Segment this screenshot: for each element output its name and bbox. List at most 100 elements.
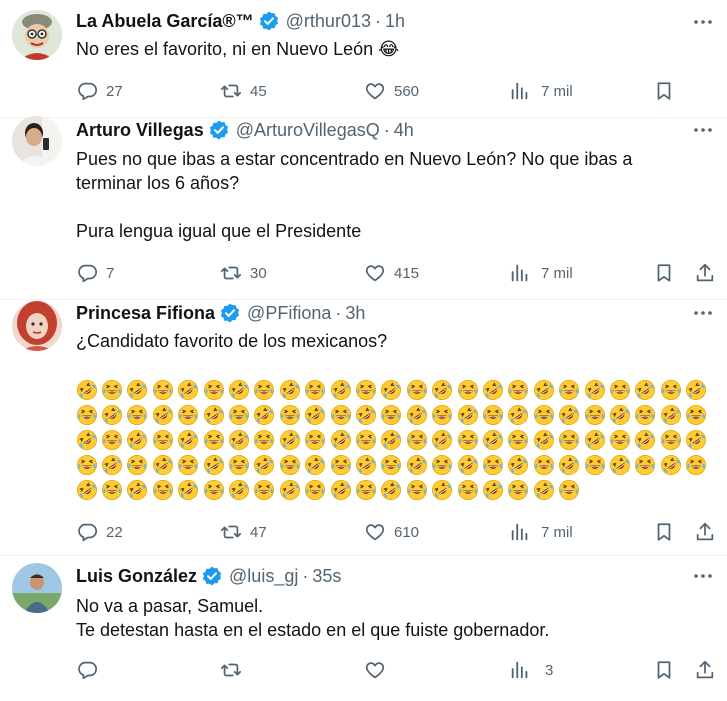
bookmark-icon [657, 82, 671, 100]
retweet-button[interactable] [220, 658, 250, 682]
share-button[interactable] [694, 261, 716, 285]
author-handle[interactable]: @rthur013 [286, 9, 371, 33]
tweet-text: Pues no que ibas a estar concentrado en … [76, 149, 633, 241]
rolling-on-floor-laughing-emoji [531, 427, 556, 452]
tears-of-joy-emoji [252, 377, 277, 402]
tweet-1[interactable]: La Abuela García®™ @rthur013 · 1h No ere… [0, 0, 727, 118]
tears-of-joy-emoji [556, 377, 581, 402]
tweet-3[interactable]: Princesa Fifiona @PFifiona · 3h ¿Candida… [0, 300, 727, 556]
retweet-button[interactable]: 45 [220, 79, 267, 103]
rolling-on-floor-laughing-emoji [379, 377, 404, 402]
tears-of-joy-emoji [277, 402, 302, 427]
tears-of-joy-emoji [582, 402, 607, 427]
rolling-on-floor-laughing-emoji [455, 402, 480, 427]
reply-icon [78, 264, 98, 283]
avatar[interactable] [12, 116, 62, 166]
rolling-on-floor-laughing-emoji [607, 402, 632, 427]
more-icon[interactable] [691, 10, 715, 34]
views-button[interactable]: 7 mil [509, 520, 573, 544]
rolling-on-floor-laughing-emoji [125, 427, 150, 452]
action-bar: 3 [76, 658, 716, 682]
share-button[interactable] [694, 658, 716, 682]
rolling-on-floor-laughing-emoji [74, 477, 99, 502]
rolling-on-floor-laughing-emoji [506, 452, 531, 477]
bookmark-button[interactable] [653, 79, 675, 103]
rolling-on-floor-laughing-emoji [404, 402, 429, 427]
share-icon [696, 522, 714, 541]
more-icon[interactable] [691, 301, 715, 325]
bookmark-icon [657, 661, 671, 679]
rolling-on-floor-laughing-emoji [74, 377, 99, 402]
retweet-button[interactable]: 47 [220, 520, 267, 544]
tears-of-joy-emoji [201, 477, 226, 502]
reply-icon [78, 523, 98, 542]
like-button[interactable]: 560 [364, 79, 419, 103]
separator-dot: · [383, 120, 390, 140]
emoji-spacer [633, 477, 658, 502]
reply-button[interactable]: 7 [76, 261, 114, 285]
bookmark-button[interactable] [653, 261, 675, 285]
rolling-on-floor-laughing-emoji [176, 477, 201, 502]
views-button[interactable]: 7 mil [509, 79, 573, 103]
separator-dot: · [374, 11, 381, 31]
tears-of-joy-emoji [531, 402, 556, 427]
tears-of-joy-emoji [277, 452, 302, 477]
emoji-spacer [607, 477, 632, 502]
rolling-on-floor-laughing-emoji [74, 427, 99, 452]
reply-button[interactable] [76, 658, 106, 682]
author-handle[interactable]: @PFifiona [247, 301, 331, 325]
tweet-4[interactable]: Luis González @luis_gj · 35s No va a pas… [0, 556, 727, 701]
tears-of-joy-emoji [201, 427, 226, 452]
tears-of-joy-emoji [633, 402, 658, 427]
reply-button[interactable]: 22 [76, 520, 123, 544]
timestamp[interactable]: 3h [345, 301, 365, 325]
author-name[interactable]: Princesa Fifiona [76, 301, 215, 325]
author-handle[interactable]: @ArturoVillegasQ [236, 118, 380, 142]
more-icon[interactable] [691, 118, 715, 142]
rolling-on-floor-laughing-emoji [226, 427, 251, 452]
views-icon [511, 264, 528, 282]
tweet-text: No va a pasar, Samuel. Te detestan hasta… [76, 596, 550, 640]
avatar[interactable] [12, 301, 62, 351]
like-button[interactable] [364, 658, 394, 682]
views-icon [511, 661, 528, 679]
bookmark-icon [657, 264, 671, 282]
heart-icon [365, 265, 385, 282]
retweet-button[interactable]: 30 [220, 261, 267, 285]
like-button[interactable]: 415 [364, 261, 419, 285]
views-button[interactable]: 7 mil [509, 261, 573, 285]
rolling-on-floor-laughing-emoji [582, 427, 607, 452]
bookmark-button[interactable] [653, 658, 675, 682]
tweet-header: La Abuela García®™ @rthur013 · 1h [76, 9, 405, 33]
tweet-text: ¿Candidato favorito de los mexicanos? [76, 331, 388, 351]
tweet-2[interactable]: Arturo Villegas @ArturoVillegasQ · 4h Pu… [0, 116, 727, 300]
tears-of-joy-emoji [328, 452, 353, 477]
tears-of-joy-emoji [99, 477, 124, 502]
timestamp[interactable]: 4h [394, 118, 414, 142]
author-name[interactable]: La Abuela García®™ [76, 9, 254, 33]
rolling-on-floor-laughing-emoji [226, 377, 251, 402]
share-button[interactable] [694, 520, 716, 544]
tears-of-joy-emoji [582, 452, 607, 477]
bookmark-icon [657, 523, 671, 541]
avatar[interactable] [12, 10, 62, 60]
emoji-spacer [683, 477, 708, 502]
tears-of-joy-emoji [303, 477, 328, 502]
more-icon[interactable] [691, 564, 715, 588]
like-button[interactable]: 610 [364, 520, 419, 544]
views-button[interactable]: 3 [509, 658, 553, 682]
author-handle[interactable]: @luis_gj [229, 564, 298, 588]
tweet-header: Princesa Fifiona @PFifiona · 3h [76, 301, 365, 325]
bookmark-button[interactable] [653, 520, 675, 544]
rolling-on-floor-laughing-emoji [252, 402, 277, 427]
timestamp[interactable]: 35s [312, 564, 341, 588]
tears-of-joy-emoji [74, 402, 99, 427]
author-name[interactable]: Arturo Villegas [76, 118, 204, 142]
rolling-on-floor-laughing-emoji [429, 477, 454, 502]
rolling-on-floor-laughing-emoji [277, 477, 302, 502]
heart-icon [365, 662, 385, 679]
avatar[interactable] [12, 563, 62, 613]
author-name[interactable]: Luis González [76, 564, 197, 588]
reply-button[interactable]: 27 [76, 79, 123, 103]
timestamp[interactable]: 1h [385, 9, 405, 33]
